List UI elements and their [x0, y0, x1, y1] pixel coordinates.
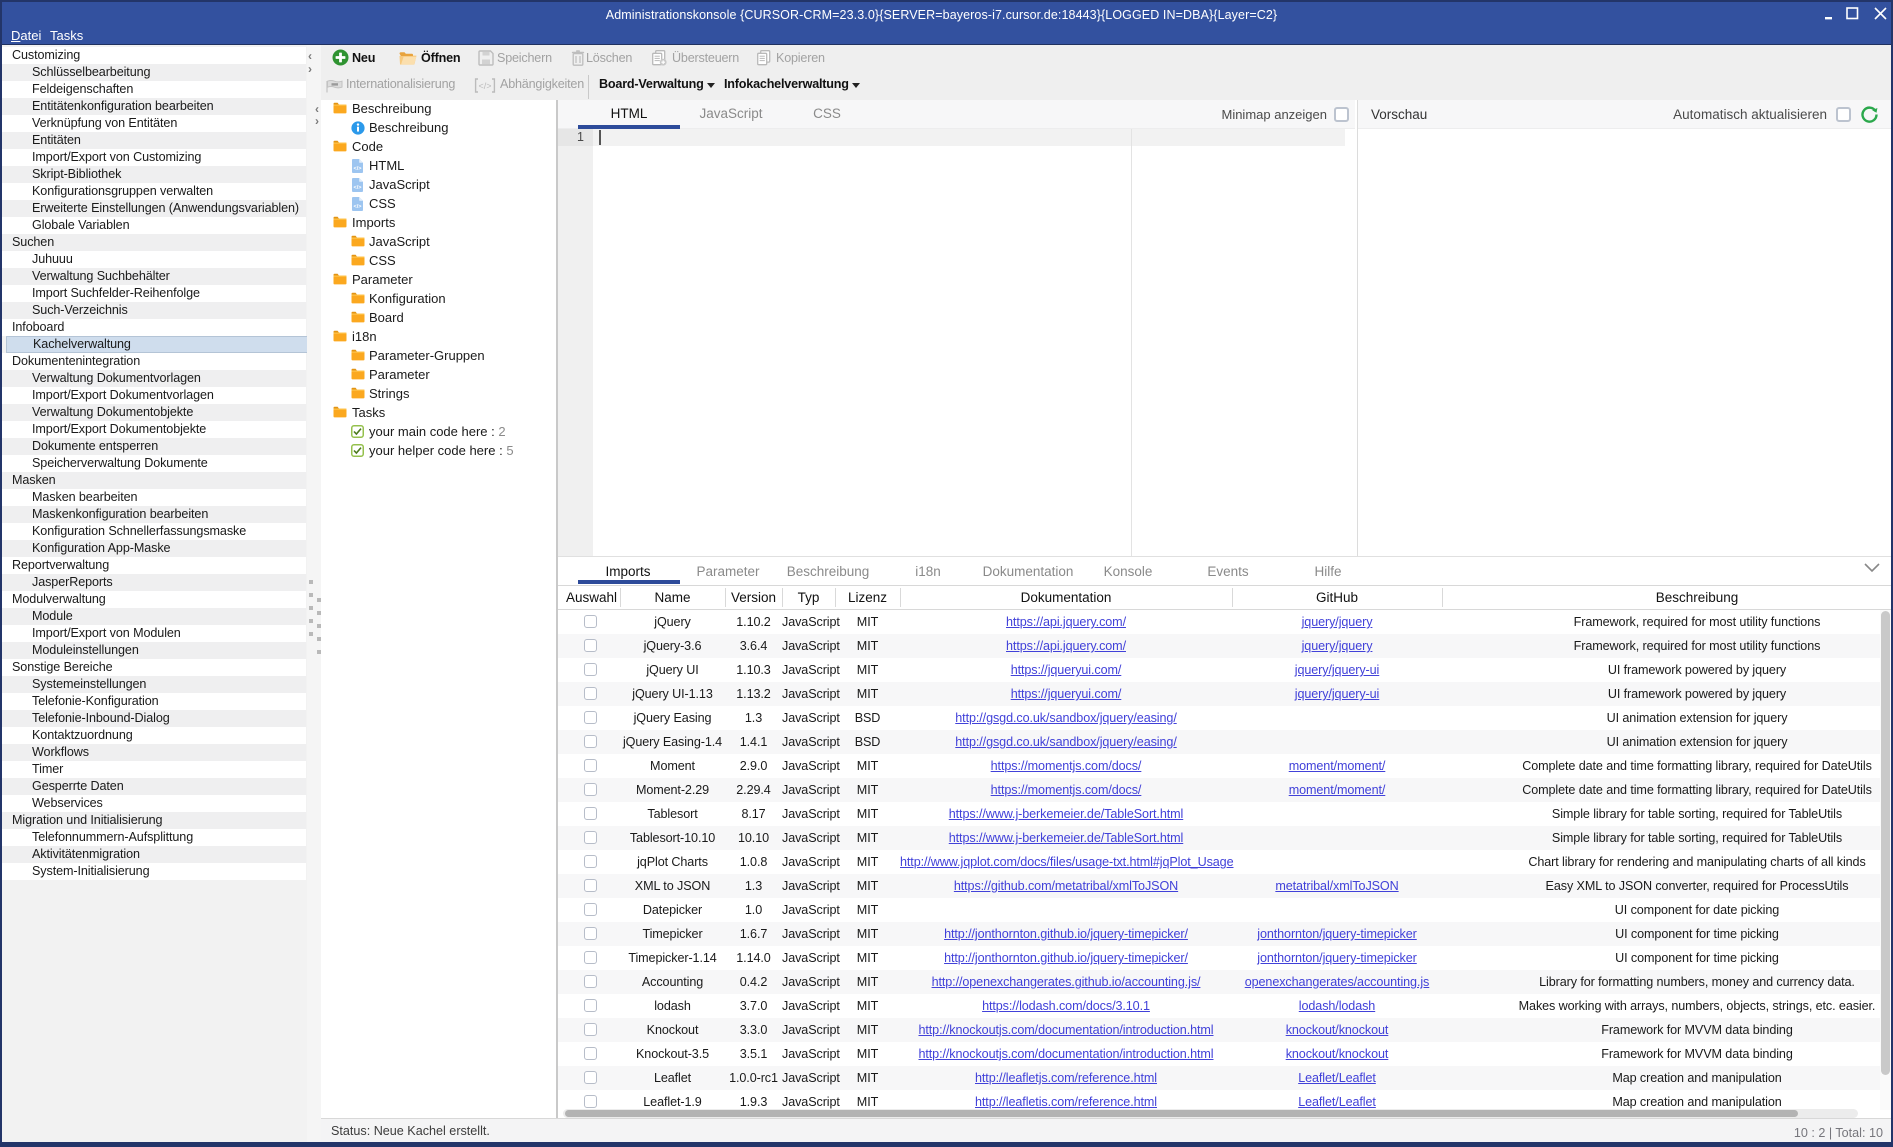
svg-text:</>: </> — [478, 81, 491, 91]
svg-text:</>: </> — [354, 185, 362, 191]
svg-text:</>: </> — [354, 166, 362, 172]
svg-text:</>: </> — [354, 204, 362, 210]
